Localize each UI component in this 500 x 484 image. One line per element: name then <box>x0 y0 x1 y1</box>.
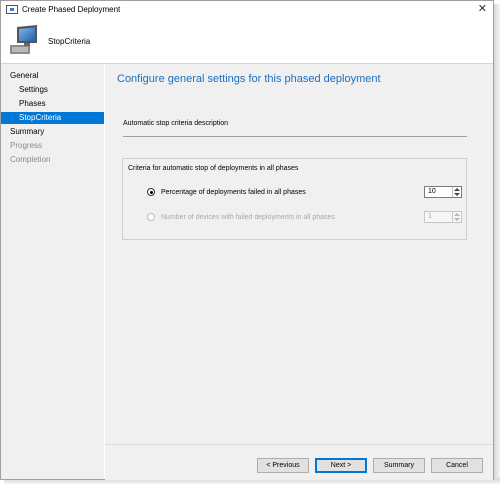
percentage-stepper-value[interactable]: 10 <box>428 188 436 195</box>
spin-down-icon <box>454 218 460 221</box>
content-heading: Configure general settings for this phas… <box>117 73 381 85</box>
wizard-header: StopCriteria <box>1 19 493 64</box>
sidebar-item-completion: Completion <box>10 155 51 164</box>
app-window-icon <box>6 5 18 14</box>
sidebar-item-settings[interactable]: Settings <box>1 84 104 96</box>
spin-up-icon <box>454 213 460 216</box>
window-title: Create Phased Deployment <box>22 5 121 14</box>
previous-button[interactable]: < Previous <box>257 458 309 473</box>
spin-arrows[interactable] <box>452 187 461 197</box>
percentage-radio[interactable] <box>147 188 155 196</box>
spin-down-icon[interactable] <box>454 193 460 196</box>
summary-button[interactable]: Summary <box>373 458 425 473</box>
devices-stepper: 1 <box>424 211 462 223</box>
content-panel: Configure general settings for this phas… <box>105 64 493 444</box>
next-button[interactable]: Next > <box>315 458 367 473</box>
wizard-sidebar: General Settings Phases StopCriteria Sum… <box>1 64 104 479</box>
devices-radio <box>147 213 155 221</box>
percentage-radio-label[interactable]: Percentage of deployments failed in all … <box>161 189 306 196</box>
devices-option-row: Number of devices with failed deployment… <box>147 211 335 223</box>
sidebar-item-general[interactable]: General <box>1 70 104 82</box>
spin-arrows-disabled <box>452 212 461 222</box>
devices-stepper-value: 1 <box>428 213 432 220</box>
section-divider <box>123 136 467 137</box>
sidebar-item-progress: Progress <box>10 141 43 150</box>
cancel-button[interactable]: Cancel <box>431 458 483 473</box>
spin-up-icon[interactable] <box>454 188 460 191</box>
sidebar-item-summary[interactable]: Summary <box>1 126 104 138</box>
group-title: Criteria for automatic stop of deploymen… <box>128 165 299 172</box>
wizard-window: Create Phased Deployment ✕ StopCriteria … <box>0 0 494 480</box>
section-label: Automatic stop criteria description <box>123 120 229 127</box>
title-bar: Create Phased Deployment ✕ <box>1 1 493 19</box>
stop-criteria-group: Criteria for automatic stop of deploymen… <box>122 158 467 240</box>
close-icon[interactable]: ✕ <box>478 3 487 15</box>
sidebar-item-stopcriteria[interactable]: StopCriteria <box>1 112 104 124</box>
devices-radio-label: Number of devices with failed deployment… <box>161 213 335 221</box>
computer-icon <box>10 25 37 54</box>
window-shadow-right <box>494 4 500 484</box>
page-title: StopCriteria <box>48 37 91 46</box>
percentage-stepper[interactable]: 10 <box>424 186 462 198</box>
wizard-footer: < Previous Next > Summary Cancel <box>105 444 493 480</box>
sidebar-item-phases[interactable]: Phases <box>1 98 104 110</box>
percentage-option-row[interactable]: Percentage of deployments failed in all … <box>147 186 306 198</box>
